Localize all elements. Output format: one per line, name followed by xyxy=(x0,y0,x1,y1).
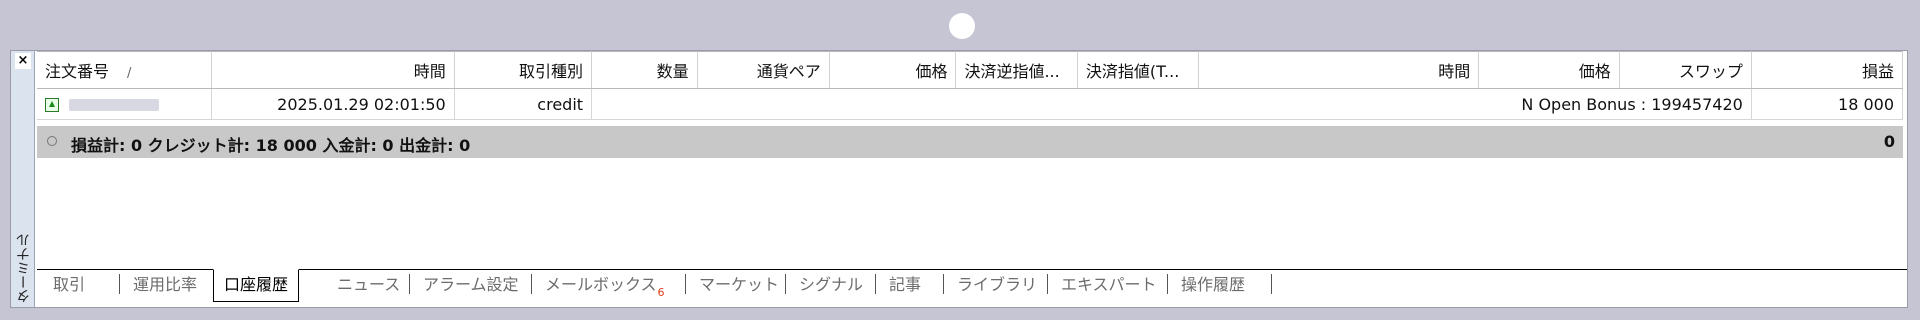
column-header-profit[interactable]: 損益 xyxy=(1751,51,1904,89)
tab-articles[interactable]: 記事 xyxy=(883,270,927,300)
tab-separator xyxy=(1167,274,1168,294)
redacted-order-number xyxy=(69,99,159,111)
summary-row: 損益計: 0 クレジット計: 18 000 入金計: 0 出金計: 0 0 xyxy=(37,126,1903,158)
profit-cell: 18 000 xyxy=(1751,88,1904,120)
tab-trade[interactable]: 取引 xyxy=(47,270,91,300)
summary-text: 損益計: 0 クレジット計: 18 000 入金計: 0 出金計: 0 xyxy=(71,136,471,155)
column-header-stop-loss[interactable]: 決済逆指値... xyxy=(955,51,1078,89)
tab-journal[interactable]: 操作履歴 xyxy=(1175,270,1251,300)
column-header-symbol[interactable]: 通貨ペア xyxy=(697,51,830,89)
summary-status-icon xyxy=(47,136,57,146)
tab-mailbox[interactable]: メールボックス6 xyxy=(539,270,671,300)
type-cell: credit xyxy=(454,88,593,120)
column-header-volume[interactable]: 数量 xyxy=(591,51,698,89)
tab-mailbox-label: メールボックス xyxy=(545,275,657,294)
column-header-type[interactable]: 取引種別 xyxy=(454,51,593,89)
table-row[interactable]: 2025.01.29 02:01:50 credit N Open Bonus … xyxy=(37,88,1904,120)
tab-account-history[interactable]: 口座履歴 xyxy=(213,269,300,302)
tab-experts[interactable]: エキスパート xyxy=(1055,270,1163,300)
tab-separator xyxy=(685,274,686,294)
buy-arrow-icon xyxy=(45,98,59,112)
camera-dot xyxy=(949,13,975,39)
column-header-swap[interactable]: スワップ xyxy=(1619,51,1752,89)
tab-separator xyxy=(785,274,786,294)
mailbox-count-badge: 6 xyxy=(657,286,665,299)
comment-cell: N Open Bonus : 199457420 xyxy=(591,88,1752,120)
tab-separator xyxy=(1271,274,1272,294)
column-header-close-time[interactable]: 時間 xyxy=(1198,51,1480,89)
sort-indicator-icon: / xyxy=(127,66,132,81)
time-cell: 2025.01.29 02:01:50 xyxy=(211,88,455,120)
tab-news[interactable]: ニュース xyxy=(331,270,406,300)
close-icon[interactable]: × xyxy=(15,53,31,69)
summary-total: 0 xyxy=(1883,132,1895,151)
terminal-title: ターミナル xyxy=(16,233,32,303)
tab-separator xyxy=(875,274,876,294)
column-header-time[interactable]: 時間 xyxy=(211,51,455,89)
order-cell xyxy=(37,88,212,120)
tab-library[interactable]: ライブラリ xyxy=(951,270,1043,300)
column-header-price[interactable]: 価格 xyxy=(829,51,957,89)
column-header-close-price[interactable]: 価格 xyxy=(1478,51,1620,89)
tab-separator xyxy=(531,274,532,294)
column-header-take-profit[interactable]: 決済指値(T... xyxy=(1077,51,1200,89)
tab-exposure[interactable]: 運用比率 xyxy=(127,270,203,300)
tab-signals[interactable]: シグナル xyxy=(793,270,869,300)
tab-separator xyxy=(119,274,120,294)
history-table: 注文番号 / 時間 取引種別 数量 通貨ペア 価格 決済逆指値... 決済指値(T… xyxy=(37,51,1904,120)
tab-alerts[interactable]: アラーム設定 xyxy=(417,270,525,300)
tab-separator xyxy=(409,274,410,294)
terminal-window: × ターミナル 注文番号 / 時間 取引種別 数量 通貨ペア 価格 決済逆指値..… xyxy=(10,50,1908,308)
terminal-side-panel: × ターミナル xyxy=(11,51,35,307)
column-header-order[interactable]: 注文番号 / xyxy=(37,51,212,89)
tab-separator xyxy=(1047,274,1048,294)
table-header-row: 注文番号 / 時間 取引種別 数量 通貨ペア 価格 決済逆指値... 決済指値(T… xyxy=(37,51,1904,89)
terminal-tabs: 取引 運用比率 口座履歴 ニュース アラーム設定 メールボックス6 マーケット … xyxy=(37,269,1907,306)
tab-separator xyxy=(943,274,944,294)
history-panel: 注文番号 / 時間 取引種別 数量 通貨ペア 価格 決済逆指値... 決済指値(T… xyxy=(37,51,1907,307)
tab-market[interactable]: マーケット xyxy=(693,270,785,300)
